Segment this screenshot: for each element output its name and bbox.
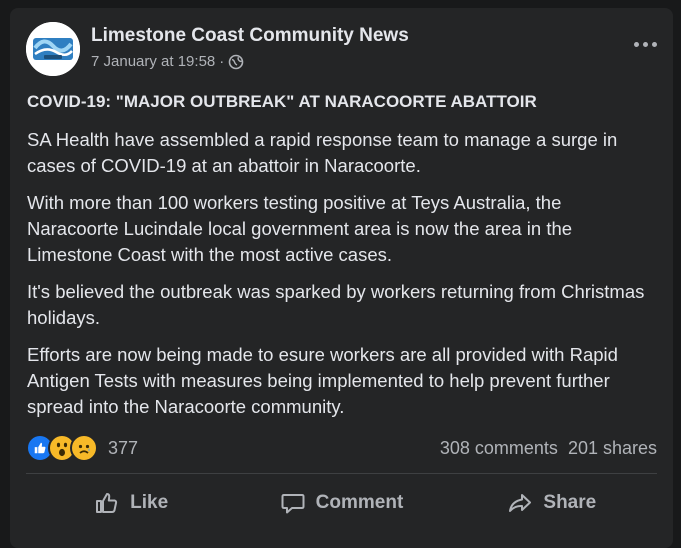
post-stats: 377 308 comments 201 shares bbox=[26, 433, 657, 463]
globe-icon bbox=[228, 54, 244, 70]
share-button-label: Share bbox=[543, 492, 597, 513]
post-meta: 7 January at 19:58 · bbox=[91, 53, 244, 70]
post-paragraph: With more than 100 workers testing posit… bbox=[27, 192, 573, 265]
comment-button[interactable]: Comment bbox=[236, 480, 446, 526]
share-arrow-icon bbox=[509, 494, 532, 512]
post-paragraph: It's believed the outbreak was sparked b… bbox=[27, 281, 645, 328]
sad-icon bbox=[70, 434, 98, 462]
like-button[interactable]: Like bbox=[26, 480, 236, 526]
comment-button-label: Comment bbox=[315, 492, 404, 513]
ellipsis-icon-dot bbox=[642, 41, 648, 47]
comments-count-link[interactable]: 308 comments bbox=[440, 438, 558, 459]
post-title: COVID-19: "MAJOR OUTBREAK" AT NARACOORTE… bbox=[27, 92, 537, 111]
engagement-counts: 308 comments 201 shares bbox=[430, 438, 657, 459]
post-body: COVID-19: "MAJOR OUTBREAK" AT NARACOORTE… bbox=[27, 89, 657, 431]
post-actions: Like Comment Share bbox=[26, 480, 657, 526]
page-name[interactable]: Limestone Coast Community News bbox=[91, 25, 409, 47]
post-timestamp[interactable]: 7 January at 19:58 bbox=[91, 53, 215, 70]
shares-count-link[interactable]: 201 shares bbox=[568, 438, 657, 459]
page-logo bbox=[26, 22, 80, 76]
post-header: Limestone Coast Community News 7 January… bbox=[26, 22, 657, 78]
ellipsis-icon-dot bbox=[651, 41, 657, 47]
reactions-summary[interactable]: 377 bbox=[26, 434, 138, 462]
meta-separator: · bbox=[219, 53, 225, 70]
like-button-label: Like bbox=[130, 492, 169, 513]
speech-bubble-icon bbox=[281, 494, 305, 514]
more-options-button[interactable] bbox=[627, 26, 663, 62]
divider bbox=[26, 473, 657, 474]
post-paragraph: SA Health have assembled a rapid respons… bbox=[27, 129, 618, 176]
reaction-count: 377 bbox=[108, 437, 139, 458]
ellipsis-icon bbox=[633, 41, 639, 47]
share-button[interactable]: Share bbox=[447, 480, 657, 526]
post-card: Limestone Coast Community News 7 January… bbox=[10, 8, 673, 548]
thumbs-up-icon bbox=[96, 493, 118, 513]
page-avatar[interactable] bbox=[26, 22, 80, 76]
post-paragraph: Efforts are now being made to esure work… bbox=[27, 344, 618, 417]
